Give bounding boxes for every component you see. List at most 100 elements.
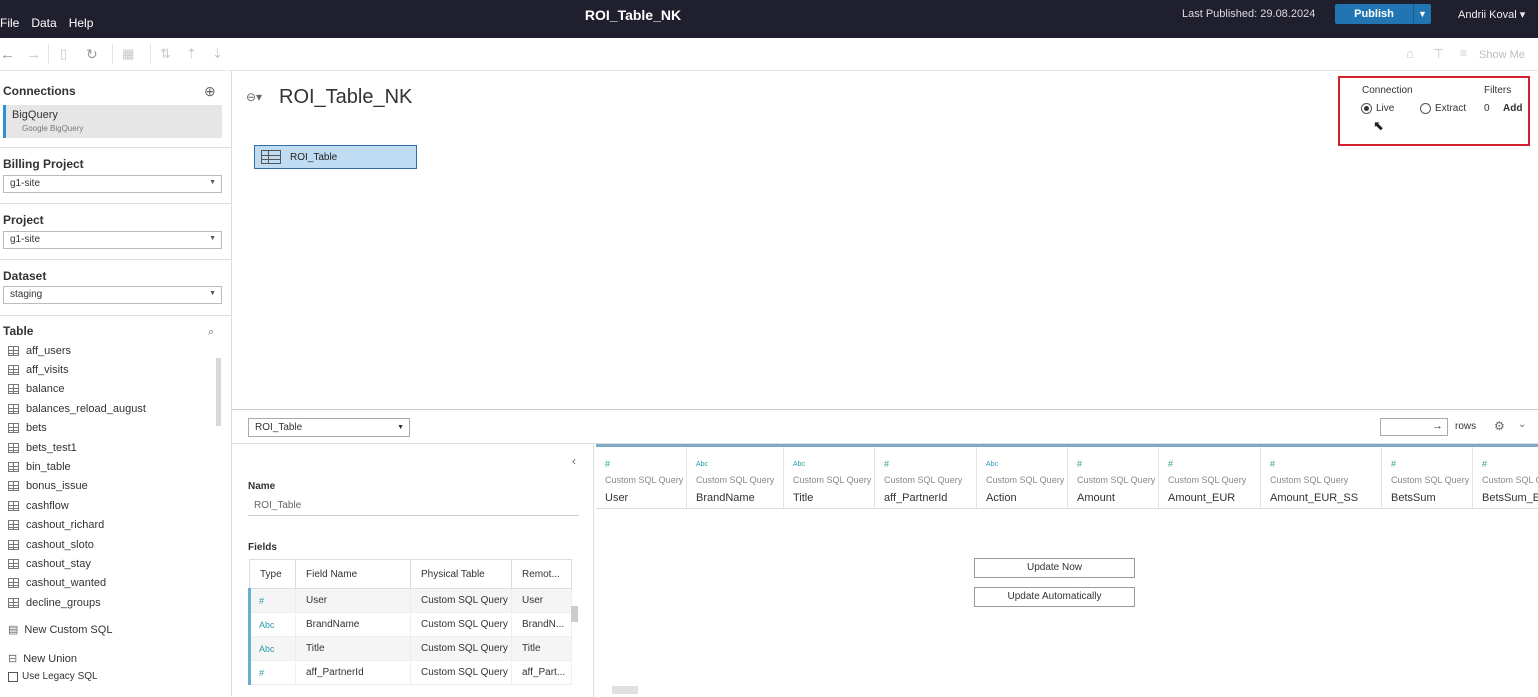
grid-column[interactable]: # Custom SQL Query Amount	[1068, 447, 1159, 509]
extract-radio[interactable]: Extract	[1420, 103, 1466, 114]
table-list-item[interactable]: bets	[8, 419, 146, 438]
table-list-item[interactable]: aff_users	[8, 341, 146, 360]
new-union[interactable]: ⊟ New Union	[8, 652, 77, 666]
grid-column[interactable]: # Custom SQL Query BetsSum	[1382, 447, 1473, 509]
gear-icon[interactable]: ⚙	[1494, 419, 1505, 433]
billing-project-select[interactable]: g1-site ▼	[3, 175, 222, 193]
field-name[interactable]: aff_PartnerId	[295, 660, 411, 685]
add-connection-icon[interactable]: ⊕	[204, 83, 216, 100]
column-name[interactable]: Amount_EUR	[1168, 492, 1235, 504]
col-header-remote[interactable]: Remot...	[511, 559, 572, 589]
column-name[interactable]: BetsSum_EU	[1482, 492, 1538, 504]
radio-selected-icon[interactable]	[1361, 103, 1372, 114]
column-name[interactable]: User	[605, 492, 628, 504]
table-list-item[interactable]: cashout_sloto	[8, 535, 146, 554]
table-list-item[interactable]: bonus_issue	[8, 477, 146, 496]
table-list-item[interactable]: cashflow	[8, 496, 146, 515]
new-custom-sql[interactable]: ▤ New Custom SQL	[8, 623, 112, 637]
table-list-scrollbar[interactable]	[216, 358, 221, 426]
fields-scrollbar[interactable]	[571, 606, 578, 622]
grid-column[interactable]: # Custom SQL Query Amount_EUR	[1159, 447, 1261, 509]
clear-sheet-icon[interactable]: ▦	[122, 46, 134, 62]
rows-input[interactable]: →	[1380, 418, 1448, 436]
table-row[interactable]: # aff_PartnerId Custom SQL Query aff_Par…	[248, 660, 572, 685]
table-select[interactable]: ROI_Table ▼	[248, 418, 410, 437]
table-list-item[interactable]: bets_test1	[8, 438, 146, 457]
number-type-icon[interactable]: #	[1168, 459, 1173, 469]
grid-column[interactable]: Abc Custom SQL Query BrandName	[687, 447, 784, 509]
number-type-icon[interactable]: #	[884, 459, 889, 469]
type-icon[interactable]: Abc	[248, 612, 296, 637]
chevron-down-icon[interactable]: ⌄	[1518, 419, 1526, 430]
number-type-icon[interactable]: #	[1391, 459, 1396, 469]
collapse-chevron-icon[interactable]: ‹	[572, 454, 576, 468]
sort-ascending-icon[interactable]: ⇡	[186, 46, 197, 62]
column-name[interactable]: Title	[793, 492, 813, 504]
dataset-select[interactable]: staging ▼	[3, 286, 222, 304]
number-type-icon[interactable]: #	[605, 459, 610, 469]
publish-dropdown-icon[interactable]: ▼	[1413, 4, 1431, 24]
number-type-icon[interactable]: #	[1482, 459, 1487, 469]
name-field[interactable]: ROI_Table	[248, 500, 579, 516]
table-list-item[interactable]: cashout_richard	[8, 516, 146, 535]
arrow-right-icon[interactable]: →	[1432, 420, 1443, 432]
refresh-icon[interactable]: ↻	[86, 46, 98, 63]
sort-descending-icon[interactable]: ⇣	[212, 46, 223, 62]
forward-icon[interactable]: →	[26, 46, 41, 63]
radio-unselected-icon[interactable]	[1420, 103, 1431, 114]
table-list-item[interactable]: bin_table	[8, 457, 146, 476]
column-name[interactable]: BetsSum	[1391, 492, 1436, 504]
canvas-table-roi[interactable]: ROI_Table	[254, 145, 417, 169]
column-name[interactable]: BrandName	[696, 492, 755, 504]
string-type-icon[interactable]: Abc	[696, 461, 708, 468]
grid-column[interactable]: Abc Custom SQL Query Title	[784, 447, 875, 509]
field-name[interactable]: Title	[295, 636, 411, 661]
string-type-icon[interactable]: Abc	[793, 461, 805, 468]
col-header-type[interactable]: Type	[249, 559, 296, 589]
publish-button[interactable]: Publish ▼	[1335, 4, 1431, 24]
legacy-sql-checkbox[interactable]	[8, 671, 18, 682]
table-list-item[interactable]: aff_visits	[8, 360, 146, 379]
present-icon[interactable]: ⌂	[1406, 46, 1414, 61]
col-header-field-name[interactable]: Field Name	[295, 559, 411, 589]
data-source-title[interactable]: ROI_Table_NK	[279, 86, 412, 109]
back-icon[interactable]: ←	[0, 46, 15, 63]
swap-icon[interactable]: ⇅	[160, 46, 171, 62]
grid-horizontal-scrollbar[interactable]	[612, 686, 638, 694]
type-icon[interactable]: #	[248, 660, 296, 685]
string-type-icon[interactable]: Abc	[986, 461, 998, 468]
database-icon[interactable]: ⊖▾	[246, 90, 262, 104]
use-legacy-sql[interactable]: Use Legacy SQL	[8, 671, 98, 682]
search-icon[interactable]: ⌕	[208, 326, 214, 339]
column-name[interactable]: Amount	[1077, 492, 1115, 504]
column-name[interactable]: Amount_EUR_SS	[1270, 492, 1358, 504]
grid-column[interactable]: # Custom SQL Query BetsSum_EU	[1473, 447, 1538, 509]
type-icon[interactable]: Abc	[248, 636, 296, 661]
col-header-physical-table[interactable]: Physical Table	[410, 559, 512, 589]
number-type-icon[interactable]: #	[1270, 459, 1275, 469]
field-name[interactable]: BrandName	[295, 612, 411, 637]
update-now-button[interactable]: Update Now	[974, 558, 1135, 578]
number-type-icon[interactable]: #	[1077, 459, 1082, 469]
connection-item-bigquery[interactable]: BigQuery Google BigQuery	[3, 105, 222, 138]
pause-updates-icon[interactable]: ▯	[60, 46, 67, 62]
column-name[interactable]: Action	[986, 492, 1017, 504]
project-select[interactable]: g1-site ▼	[3, 231, 222, 249]
type-icon[interactable]: #	[248, 588, 296, 613]
grid-column[interactable]: # Custom SQL Query Amount_EUR_SS	[1261, 447, 1382, 509]
pin-icon[interactable]: ⊤	[1433, 46, 1444, 62]
table-row[interactable]: Abc BrandName Custom SQL Query BrandN...	[248, 612, 572, 637]
grid-column[interactable]: # Custom SQL Query aff_PartnerId	[875, 447, 977, 509]
add-filter-link[interactable]: Add	[1503, 103, 1522, 114]
grid-column[interactable]: Abc Custom SQL Query Action	[977, 447, 1068, 509]
update-automatically-button[interactable]: Update Automatically	[974, 587, 1135, 607]
table-list-item[interactable]: cashout_stay	[8, 554, 146, 573]
table-list-item[interactable]: decline_groups	[8, 593, 146, 612]
column-name[interactable]: aff_PartnerId	[884, 492, 947, 504]
grid-column[interactable]: # Custom SQL Query User	[596, 447, 687, 509]
show-me-label[interactable]: Show Me	[1479, 49, 1525, 61]
show-me-icon[interactable]: ≡	[1460, 46, 1467, 60]
user-menu[interactable]: Andrii Koval ▾	[1458, 8, 1525, 21]
table-list-item[interactable]: balances_reload_august	[8, 399, 146, 418]
table-list-item[interactable]: balance	[8, 380, 146, 399]
